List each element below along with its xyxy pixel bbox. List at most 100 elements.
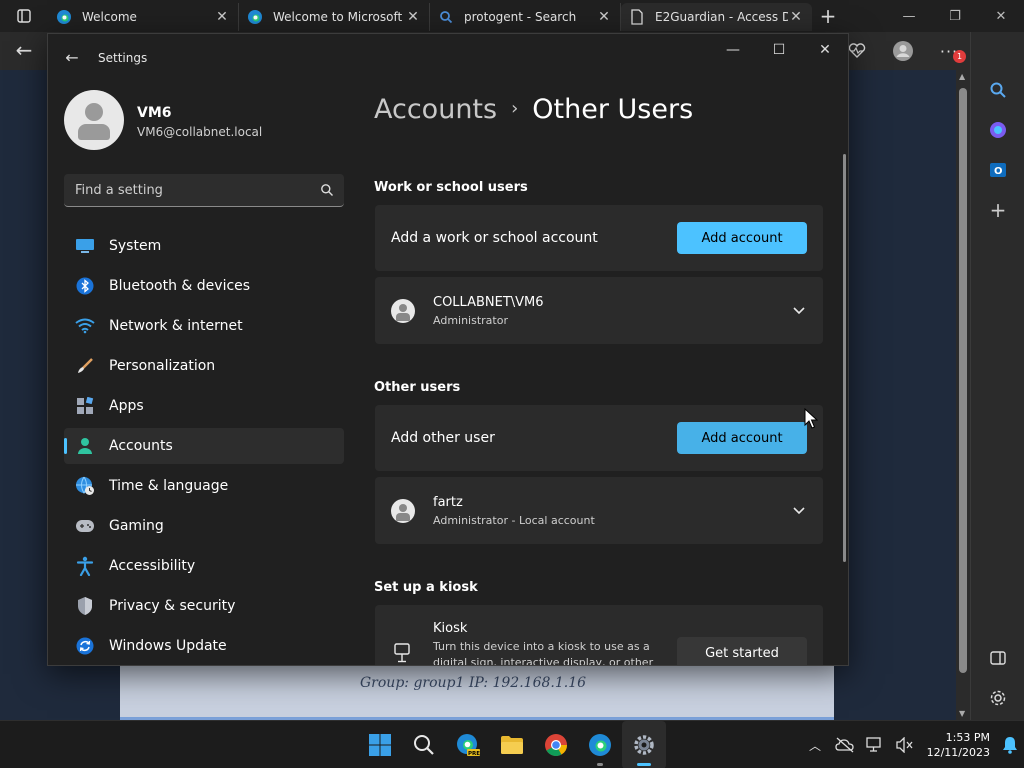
chevron-down-icon[interactable] xyxy=(791,302,807,318)
nav-item-network[interactable]: Network & internet xyxy=(64,308,344,344)
kiosk-card: Kiosk Turn this device into a kiosk to u… xyxy=(375,605,823,665)
taskbar-file-explorer[interactable] xyxy=(490,721,534,768)
sidebar-copilot-button[interactable] xyxy=(971,110,1024,150)
nav-item-accessibility[interactable]: Accessibility xyxy=(64,548,344,584)
settings-back-button[interactable]: ← xyxy=(60,46,84,70)
browser-tab-e2guardian[interactable]: E2Guardian - Access De ✕ xyxy=(621,3,812,31)
taskbar-edge-preview[interactable]: PRE xyxy=(446,721,490,768)
notifications-button[interactable] xyxy=(996,721,1024,768)
kiosk-get-started-button[interactable]: Get started xyxy=(677,637,807,665)
nav-item-apps[interactable]: Apps xyxy=(64,388,344,424)
tray-volume-button[interactable] xyxy=(890,721,920,768)
page-icon xyxy=(629,9,645,25)
close-window-button[interactable]: ✕ xyxy=(802,34,848,66)
search-input[interactable] xyxy=(64,174,314,206)
gamepad-icon xyxy=(74,515,96,537)
chevron-down-icon[interactable] xyxy=(791,502,807,518)
new-tab-button[interactable]: + xyxy=(812,2,844,30)
scroll-down-icon[interactable]: ▼ xyxy=(959,709,965,718)
restore-button[interactable]: ❐ xyxy=(932,0,978,32)
browser-tab-microsoft-edge[interactable]: Welcome to Microsoft E ✕ xyxy=(239,3,430,31)
nav-item-gaming[interactable]: Gaming xyxy=(64,508,344,544)
tab-title: Welcome to Microsoft E xyxy=(273,10,405,24)
settings-nav: System Bluetooth & devices Network & int… xyxy=(64,228,344,665)
close-icon[interactable]: ✕ xyxy=(788,9,804,25)
tab-title: E2Guardian - Access De xyxy=(655,10,788,24)
settings-scrollbar[interactable] xyxy=(843,154,846,562)
start-button[interactable] xyxy=(358,721,402,768)
edge-icon xyxy=(589,734,611,756)
page-scrollbar[interactable]: ▲ ▼ xyxy=(956,70,970,720)
arrow-left-icon: ← xyxy=(15,38,33,62)
nav-label: Accessibility xyxy=(109,558,196,574)
tab-actions-button[interactable] xyxy=(0,0,48,32)
outlook-icon: O xyxy=(990,163,1006,177)
sidebar-outlook-button[interactable]: O xyxy=(971,150,1024,190)
sidebar-add-button[interactable]: + xyxy=(971,190,1024,230)
work-user-card[interactable]: COLLABNET\VM6 Administrator xyxy=(375,277,823,344)
scroll-up-icon[interactable]: ▲ xyxy=(959,72,965,81)
minimize-button[interactable]: — xyxy=(710,34,756,66)
add-other-user-card: Add other user Add account xyxy=(375,405,823,471)
close-window-button[interactable]: ✕ xyxy=(978,0,1024,32)
add-work-account-button[interactable]: Add account xyxy=(677,222,807,254)
tray-overflow-button[interactable]: ︿ xyxy=(800,721,830,768)
breadcrumb-parent-link[interactable]: Accounts xyxy=(374,94,497,125)
taskbar-settings[interactable] xyxy=(622,721,666,768)
windows-logo-icon xyxy=(369,734,391,756)
browser-back-button[interactable]: ← xyxy=(10,39,38,63)
taskbar-search-button[interactable] xyxy=(402,721,446,768)
person-icon xyxy=(74,435,96,457)
nav-label: Time & language xyxy=(109,478,229,494)
brush-icon xyxy=(74,355,96,377)
sidebar-settings-button[interactable] xyxy=(971,678,1024,718)
minimize-button[interactable]: — xyxy=(886,0,932,32)
window-title: Settings xyxy=(98,51,148,65)
nav-label: Bluetooth & devices xyxy=(109,278,251,294)
more-button[interactable]: ··· 1 xyxy=(926,42,972,63)
nav-item-time-language[interactable]: Time & language xyxy=(64,468,344,504)
taskbar-chrome[interactable] xyxy=(534,721,578,768)
update-icon xyxy=(74,635,96,657)
nav-label: Windows Update xyxy=(109,638,227,654)
avatar-icon xyxy=(893,41,913,61)
section-heading-kiosk: Set up a kiosk xyxy=(374,580,478,595)
settings-window-controls: — ☐ ✕ xyxy=(710,34,848,66)
tray-network-button[interactable] xyxy=(860,721,890,768)
page-title: Other Users xyxy=(532,94,694,125)
nav-label: Network & internet xyxy=(109,318,243,334)
nav-item-windows-update[interactable]: Windows Update xyxy=(64,628,344,664)
browser-tab-welcome[interactable]: Welcome ✕ xyxy=(48,3,239,31)
nav-item-accounts[interactable]: Accounts xyxy=(64,428,344,464)
nav-label: Gaming xyxy=(109,518,164,534)
shield-icon xyxy=(74,595,96,617)
sidebar-layout-button[interactable] xyxy=(971,638,1024,678)
speaker-muted-icon xyxy=(896,737,913,753)
close-icon[interactable]: ✕ xyxy=(214,9,230,25)
bell-icon xyxy=(1003,737,1017,754)
nav-item-bluetooth[interactable]: Bluetooth & devices xyxy=(64,268,344,304)
add-other-user-button[interactable]: Add account xyxy=(677,422,807,454)
profile-button[interactable] xyxy=(880,40,926,62)
nav-item-system[interactable]: System xyxy=(64,228,344,264)
taskbar-apps: PRE xyxy=(358,721,666,768)
nav-label: Apps xyxy=(109,398,144,414)
maximize-button[interactable]: ☐ xyxy=(756,34,802,66)
nav-item-personalization[interactable]: Personalization xyxy=(64,348,344,384)
other-user-card[interactable]: fartz Administrator - Local account xyxy=(375,477,823,544)
chevron-up-icon: ︿ xyxy=(808,738,821,753)
user-profile[interactable]: VM6 VM6@collabnet.local xyxy=(64,90,354,152)
search-icon xyxy=(321,184,333,196)
settings-titlebar: ← Settings — ☐ ✕ xyxy=(48,34,848,82)
close-icon[interactable]: ✕ xyxy=(405,9,421,25)
scrollbar-thumb[interactable] xyxy=(959,88,967,673)
settings-search xyxy=(64,174,344,207)
tray-sync-button[interactable] xyxy=(830,721,860,768)
nav-item-privacy-security[interactable]: Privacy & security xyxy=(64,588,344,624)
close-icon[interactable]: ✕ xyxy=(596,9,612,25)
browser-tab-search[interactable]: protogent - Search ✕ xyxy=(430,3,621,31)
search-icon xyxy=(990,82,1006,98)
taskbar-edge[interactable] xyxy=(578,721,622,768)
taskbar-clock[interactable]: 1:53 PM 12/11/2023 xyxy=(920,730,996,760)
sidebar-search-button[interactable] xyxy=(971,70,1024,110)
